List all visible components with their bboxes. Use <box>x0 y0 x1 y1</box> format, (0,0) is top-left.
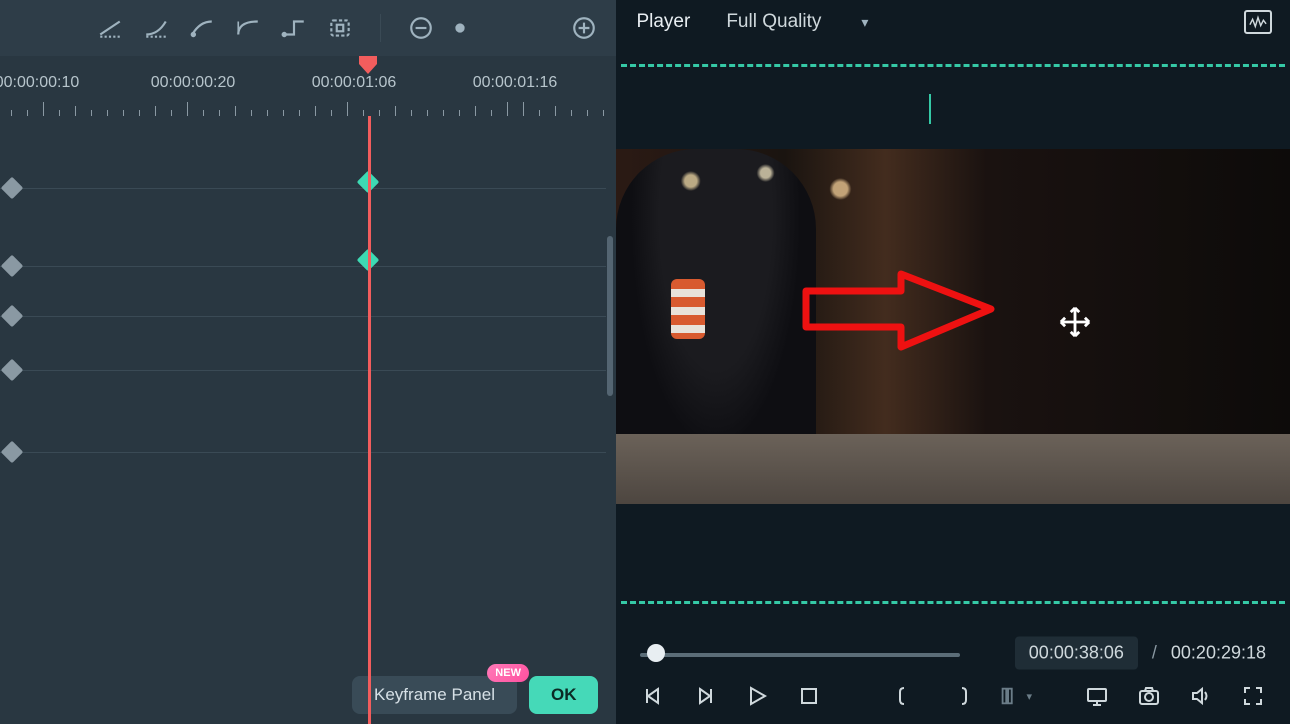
volume-icon[interactable] <box>1188 683 1214 709</box>
display-mode-icon[interactable] <box>1084 683 1110 709</box>
button-label: Keyframe Panel <box>374 685 495 705</box>
preview-area <box>616 44 1290 604</box>
quality-label: Full Quality <box>726 11 821 33</box>
zoom-in-icon[interactable] <box>570 14 598 42</box>
keyframe-tracks[interactable] <box>0 116 616 724</box>
ease-in-icon[interactable] <box>142 14 170 42</box>
keyframe-footer: Keyframe Panel NEW OK <box>352 676 598 714</box>
player-top-bar: Player Full Quality ▾ <box>616 0 1290 44</box>
keyframe-panel-button[interactable]: Keyframe Panel NEW <box>352 676 517 714</box>
ease-auto-icon[interactable] <box>326 14 354 42</box>
time-display: 00:00:38:06 / 00:20:29:18 <box>1015 637 1266 670</box>
time-separator: / <box>1152 643 1157 664</box>
stop-icon[interactable] <box>796 683 822 709</box>
annotation-arrow-icon <box>801 269 1011 364</box>
scopes-icon[interactable] <box>1244 10 1272 34</box>
vertical-scrollbar[interactable] <box>607 236 613 396</box>
keyframe-marker[interactable] <box>1 359 24 382</box>
keyframe-marker[interactable] <box>1 177 24 200</box>
next-frame-icon[interactable] <box>692 683 718 709</box>
keyframe-marker-active[interactable] <box>357 171 380 194</box>
mark-out-icon[interactable] <box>946 683 972 709</box>
play-icon[interactable] <box>744 683 770 709</box>
playhead-line <box>368 116 371 724</box>
keyframe-marker[interactable] <box>1 441 24 464</box>
quality-dropdown[interactable]: Full Quality ▾ <box>716 7 878 37</box>
ease-bezier-icon[interactable] <box>234 14 262 42</box>
ease-out-icon[interactable] <box>188 14 216 42</box>
marker-dropdown[interactable]: ▾ <box>998 685 1032 707</box>
prev-frame-icon[interactable] <box>640 683 666 709</box>
button-label: OK <box>551 685 577 705</box>
video-preview[interactable] <box>616 149 1290 504</box>
mark-in-icon[interactable] <box>894 683 920 709</box>
chevron-down-icon: ▾ <box>1026 690 1032 703</box>
keyframe-panel: 00:00:00:10 00:00:00:20 00:00:01:06 00:0… <box>0 0 616 724</box>
player-panel: Player Full Quality ▾ <box>616 0 1290 724</box>
safe-guide-bottom <box>621 601 1285 604</box>
chevron-down-icon: ▾ <box>861 14 868 31</box>
keyframe-toolbar <box>0 0 616 56</box>
timeline-ruler[interactable]: 00:00:00:10 00:00:00:20 00:00:01:06 00:0… <box>0 56 616 116</box>
scrub-bar[interactable]: 00:00:38:06 / 00:20:29:18 <box>616 638 1290 668</box>
ruler-tick-label: 00:00:01:06 <box>312 74 397 92</box>
ruler-tick-label: 00:00:00:10 <box>0 74 79 92</box>
playhead-handle[interactable] <box>357 54 379 76</box>
safe-guide-top <box>621 64 1285 67</box>
ease-linear-icon[interactable] <box>96 14 124 42</box>
ruler-tick-label: 00:00:00:20 <box>151 74 236 92</box>
scrub-thumb[interactable] <box>647 644 665 662</box>
keyframe-marker[interactable] <box>1 255 24 278</box>
new-badge: NEW <box>487 664 529 682</box>
transport-controls: ▾ <box>616 668 1290 724</box>
snapshot-icon[interactable] <box>1136 683 1162 709</box>
zoom-out-icon[interactable] <box>407 14 435 42</box>
ok-button[interactable]: OK <box>529 676 599 714</box>
zoom-slider-dot-icon[interactable] <box>453 14 467 42</box>
keyframe-marker[interactable] <box>1 305 24 328</box>
total-time: 00:20:29:18 <box>1171 643 1266 664</box>
center-guide-marker <box>929 94 931 124</box>
ruler-tick-label: 00:00:01:16 <box>473 74 558 92</box>
keyframe-marker-active[interactable] <box>357 249 380 272</box>
player-tab[interactable]: Player <box>634 7 692 37</box>
current-time: 00:00:38:06 <box>1015 637 1138 670</box>
move-cursor-icon <box>1058 305 1092 344</box>
ease-step-icon[interactable] <box>280 14 308 42</box>
fullscreen-icon[interactable] <box>1240 683 1266 709</box>
